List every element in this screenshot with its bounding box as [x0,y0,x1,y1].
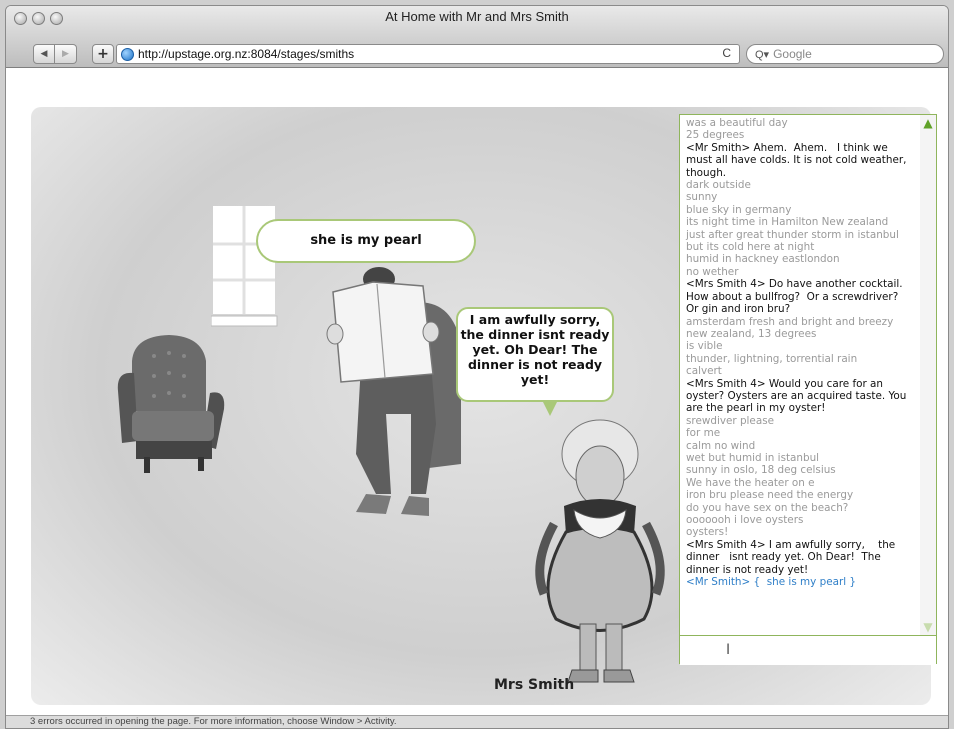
chat-log: was a beautiful day 25 degrees <Mr Smith> … [680,115,920,625]
chat-line: We have the heater on e [686,476,815,489]
chat-line: was a beautiful day [686,117,788,129]
address-bar[interactable]: http://upstage.org.nz:8084/stages/smiths… [116,44,740,64]
chat-line: calvert [686,365,722,378]
chat-line: sunny in oslo, 18 deg celsius [686,464,836,477]
chat-line: do you have sex on the beach? [686,501,849,514]
search-field[interactable]: Q▾ Google [746,44,944,64]
chat-line: just after great thunder storm in istanb… [686,228,899,241]
chat-line: wet but humid in istanbul [686,451,820,464]
scroll-down-icon[interactable]: ▼ [921,620,935,634]
chat-panel: was a beautiful day 25 degrees <Mr Smith> … [679,114,937,665]
mrs-smith-avatar [535,419,665,683]
mrs-smith-speech-text: I am awfully sorry, the dinner isnt read… [460,312,610,387]
chat-line: no wether [686,265,739,278]
chat-line: but its cold here at night [686,241,815,254]
chat-line: <Mr Smith> { she is my pearl } [686,576,857,589]
chat-line: is vible [686,340,723,353]
mrs-smith-name-label: Mrs Smith [494,677,575,693]
globe-icon [121,47,134,61]
chat-line: thunder, lightning, torrential rain [686,352,858,365]
chat-line: its night time in Hamilton New zealand [686,216,889,229]
mr-smith-speech-bubble: she is my pearl [256,219,476,263]
mrs-smith-speech-bubble: I am awfully sorry, the dinner isnt read… [456,307,614,416]
chat-line: dark outside [686,179,751,192]
chat-line: for me [686,427,721,440]
chat-line: <Mr Smith> Ahem. Ahem. I think we must a… [686,141,910,179]
chat-line: calm no wind [686,439,756,452]
back-button[interactable]: ◀ [33,44,55,64]
chat-line: <Mrs Smith 4> Do have another cocktail. … [686,278,913,316]
browser-window: At Home with Mr and Mrs Smith ◀ ▶ + http… [5,5,949,729]
chat-line: oysters! [686,526,729,539]
mr-smith-avatar [326,267,461,516]
armchair-icon [117,335,225,473]
chat-input[interactable]: I [680,635,936,665]
search-placeholder: Google [773,47,812,61]
chat-line: ooooooh i love oysters [686,514,804,526]
status-bar: 3 errors occurred in opening the page. F… [6,715,948,728]
chat-line: iron bru please need the energy [686,489,854,502]
chat-line: <Mrs Smith 4> I am awfully sorry, the di… [686,538,899,576]
chat-scrollbar[interactable]: ▲ ▼ [920,115,936,635]
text-cursor-icon: I [726,642,731,658]
title-bar: At Home with Mr and Mrs Smith ◀ ▶ + http… [6,6,948,68]
reload-icon[interactable]: C [722,46,731,60]
scroll-up-icon[interactable]: ▲ [921,116,935,130]
chat-line: amsterdam fresh and bright and breezy [686,315,894,328]
forward-button[interactable]: ▶ [55,44,77,64]
chat-line: new zealand, 13 degrees [686,327,817,340]
chat-line: humid in hackney eastlondon [686,253,840,266]
chat-line: srewdiver please [686,414,774,427]
search-icon: Q▾ [755,48,770,61]
add-bookmark-button[interactable]: + [92,44,114,64]
nav-buttons: ◀ ▶ [33,44,77,64]
chat-line: blue sky in germany [686,203,792,216]
url-text[interactable]: http://upstage.org.nz:8084/stages/smiths [138,47,354,61]
chat-line: <Mrs Smith 4> Would you care for an oyst… [686,377,910,415]
window-title: At Home with Mr and Mrs Smith [385,9,569,24]
chat-line: 25 degrees [686,129,745,142]
chat-line: sunny [686,191,718,204]
